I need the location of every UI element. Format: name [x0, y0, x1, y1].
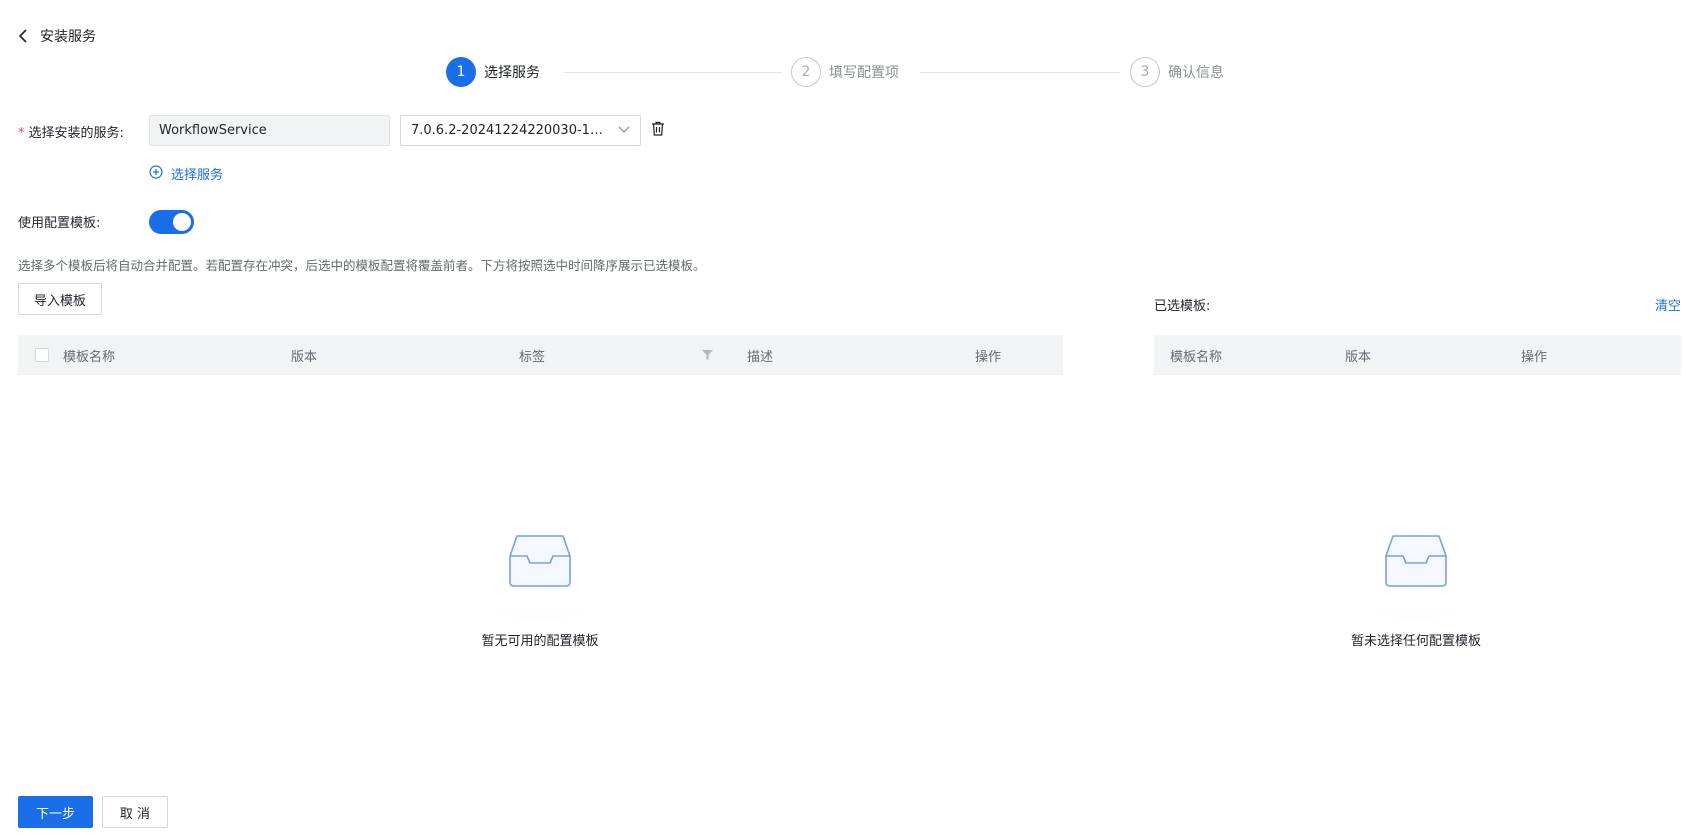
left-empty-state: 暂无可用的配置模板	[420, 528, 660, 658]
template-table-header: 模板名称 版本 标签 描述 操作	[18, 335, 1063, 375]
back-header[interactable]: 安装服务	[18, 26, 96, 46]
select-all-checkbox[interactable]	[35, 348, 49, 362]
step-label: 确认信息	[1168, 65, 1224, 81]
col-actions: 操作	[975, 349, 1002, 365]
left-empty-text: 暂无可用的配置模板	[481, 634, 599, 649]
step-3: 3 确认信息	[1130, 57, 1224, 87]
step-label: 填写配置项	[829, 65, 899, 81]
service-name-field[interactable]: WorkflowService	[149, 115, 390, 146]
template-toggle-switch[interactable]	[149, 210, 194, 234]
template-toggle-label: 使用配置模板:	[18, 216, 101, 231]
merge-hint: 选择多个模板后将自动合并配置。若配置存在冲突，后选中的模板配置将覆盖前者。下方将…	[18, 258, 706, 273]
service-name-value: WorkflowService	[159, 123, 267, 138]
right-empty-text: 暂未选择任何配置模板	[1350, 634, 1481, 649]
empty-inbox-icon	[1341, 528, 1491, 658]
plus-circle-icon	[149, 164, 163, 183]
add-service-button[interactable]: 选择服务	[149, 164, 223, 183]
service-label-text: 选择安装的服务:	[28, 126, 124, 141]
col-version: 版本	[291, 349, 318, 365]
next-button[interactable]: 下一步	[18, 796, 93, 828]
col-version: 版本	[1345, 349, 1372, 365]
step-number: 2	[791, 57, 821, 87]
version-select[interactable]: 7.0.6.2-20241224220030-1289...	[400, 115, 641, 146]
step-2: 2 填写配置项	[791, 57, 899, 87]
right-empty-state: 暂未选择任何配置模板	[1296, 528, 1536, 658]
empty-inbox-icon	[465, 528, 615, 658]
col-tags: 标签	[519, 349, 546, 365]
toggle-knob	[173, 213, 191, 231]
col-actions: 操作	[1521, 349, 1548, 365]
step-label: 选择服务	[484, 65, 540, 81]
step-connector	[920, 72, 1120, 73]
required-mark: *	[18, 126, 25, 141]
col-description: 描述	[747, 349, 774, 365]
selected-templates-title: 已选模板:	[1154, 299, 1211, 314]
service-label: * 选择安装的服务:	[18, 122, 124, 141]
filter-icon[interactable]	[702, 335, 713, 375]
step-number: 1	[446, 57, 476, 87]
add-service-label: 选择服务	[171, 168, 224, 183]
import-template-button[interactable]: 导入模板	[18, 283, 102, 315]
stepper: 1 选择服务 2 填写配置项 3 确认信息	[446, 57, 1256, 87]
step-number: 3	[1130, 57, 1160, 87]
cancel-button[interactable]: 取 消	[102, 796, 168, 828]
chevron-left-icon[interactable]	[18, 29, 28, 43]
step-1: 1 选择服务	[446, 57, 540, 87]
trash-icon[interactable]	[651, 121, 665, 140]
page-title: 安装服务	[40, 29, 96, 45]
version-value: 7.0.6.2-20241224220030-1289...	[411, 123, 611, 138]
col-template-name: 模板名称	[1170, 349, 1223, 365]
chevron-down-icon	[618, 123, 630, 138]
step-connector	[564, 72, 782, 73]
clear-link[interactable]: 清空	[1655, 295, 1681, 314]
col-template-name: 模板名称	[63, 349, 116, 365]
selected-table-header: 模板名称 版本 操作	[1154, 335, 1681, 375]
